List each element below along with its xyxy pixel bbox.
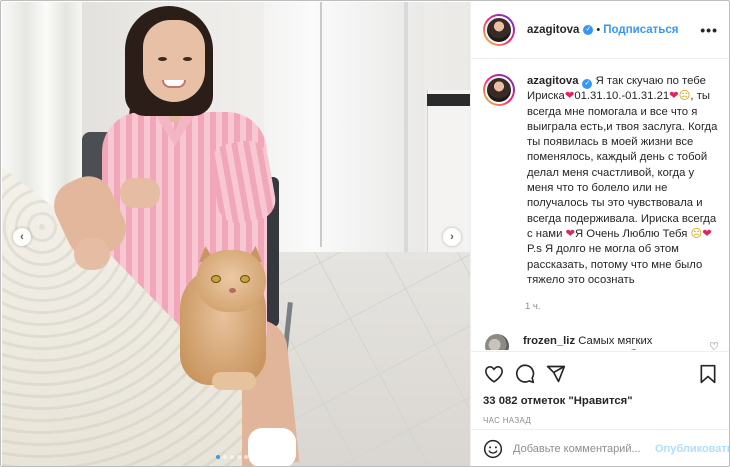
photo-fridge-edge	[404, 2, 408, 294]
photo-hand-left	[74, 238, 110, 270]
red-heart-emoji-icon: ❤	[565, 227, 575, 240]
post-modal: ‹ › azagitova ✓ • Подписаться ••• azagit…	[0, 0, 730, 467]
chevron-right-icon: ›	[450, 231, 454, 243]
heart-outline-icon[interactable]	[483, 363, 505, 385]
post-actions: 33 082 отметок "Нравится" ЧАС НАЗАД	[471, 351, 729, 425]
photo-eye-right	[183, 57, 192, 61]
carousel-dot	[230, 455, 234, 459]
comment-input[interactable]	[513, 443, 655, 455]
caption-part-4: Я Очень Люблю Тебя	[575, 227, 688, 240]
verified-badge-icon: ✓	[583, 25, 594, 35]
avatar-image	[485, 16, 513, 44]
comment-row: frozen_liz Самых мягких облачков Ириске☁…	[483, 334, 719, 350]
post-photo[interactable]: ‹ ›	[2, 2, 470, 466]
comment-icon[interactable]	[514, 363, 536, 385]
post-header: azagitova ✓ • Подписаться •••	[471, 2, 729, 59]
caption: azagitova ✓ Я так скучаю по тебе Ириска❤0…	[483, 74, 719, 288]
chevron-left-icon: ‹	[20, 231, 24, 243]
post-time[interactable]: ЧАС НАЗАД	[483, 416, 719, 425]
carousel-prev-button[interactable]: ‹	[13, 228, 31, 246]
photo-fridge-gap	[320, 2, 322, 247]
carousel-dot	[223, 455, 227, 459]
bookmark-icon[interactable]	[697, 363, 719, 385]
action-icons	[483, 362, 719, 386]
add-comment-bar: Опубликовать	[471, 429, 729, 466]
header-separator: •	[596, 24, 601, 36]
sad-face-emoji-icon: ☹	[678, 90, 691, 103]
header-username[interactable]: azagitova	[527, 24, 579, 36]
publish-button[interactable]: Опубликовать	[655, 443, 729, 455]
carousel-dot	[237, 455, 241, 459]
follow-button[interactable]: Подписаться	[603, 24, 678, 36]
photo-cat-paws	[212, 372, 256, 390]
photo-counter	[427, 94, 470, 106]
caption-username[interactable]: azagitova	[527, 75, 578, 87]
caption-part-5: P.s Я долго не могла об этом рассказать,…	[527, 243, 703, 286]
photo-sock	[248, 428, 296, 466]
photo-cat-nose	[229, 288, 236, 293]
carousel-dots	[216, 455, 248, 459]
photo-eye-left	[158, 57, 167, 61]
more-options-icon[interactable]: •••	[700, 22, 718, 38]
photo-cat-eye-right	[240, 275, 250, 283]
photo-hand-right	[120, 178, 160, 208]
comment-text: frozen_liz Самых мягких облачков Ириске☁…	[523, 334, 691, 350]
red-heart-emoji-icon: ❤	[564, 90, 575, 103]
header-avatar[interactable]	[483, 14, 515, 46]
caption-dates: 01.31.10.-01.31.21	[574, 90, 670, 103]
post-sidebar: azagitova ✓ • Подписаться ••• azagitova ✓…	[470, 2, 729, 466]
caption-text: azagitova ✓ Я так скучаю по тебе Ириска❤0…	[527, 74, 719, 288]
verified-badge-icon: ✓	[582, 79, 593, 89]
caption-time[interactable]: 1 ч.	[525, 301, 719, 312]
sad-face-emoji-icon: ☹	[690, 227, 703, 240]
comment-username[interactable]: frozen_liz	[523, 335, 575, 347]
like-comment-icon[interactable]: ♡	[709, 340, 719, 350]
comments-section[interactable]: azagitova ✓ Я так скучаю по тебе Ириска❤0…	[471, 60, 729, 350]
red-heart-emoji-icon: ❤	[702, 227, 712, 240]
carousel-dot	[216, 455, 220, 459]
carousel-dot	[244, 455, 248, 459]
carousel-next-button[interactable]: ›	[443, 228, 461, 246]
likes-count[interactable]: 33 082 отметок "Нравится"	[483, 395, 719, 407]
photo-fridge	[264, 2, 424, 294]
avatar-image	[485, 76, 513, 104]
photo-cat-head	[196, 250, 266, 312]
red-heart-emoji-icon: ❤	[669, 90, 679, 103]
smiley-icon[interactable]	[483, 438, 503, 460]
caption-avatar[interactable]	[483, 74, 515, 106]
photo-cat-eye-left	[211, 275, 221, 283]
caption-part-3: , ты всегда мне помогала и все что я выи…	[527, 90, 718, 240]
share-icon[interactable]	[545, 363, 567, 385]
photo-face	[143, 20, 205, 102]
comment-avatar[interactable]	[485, 334, 509, 350]
